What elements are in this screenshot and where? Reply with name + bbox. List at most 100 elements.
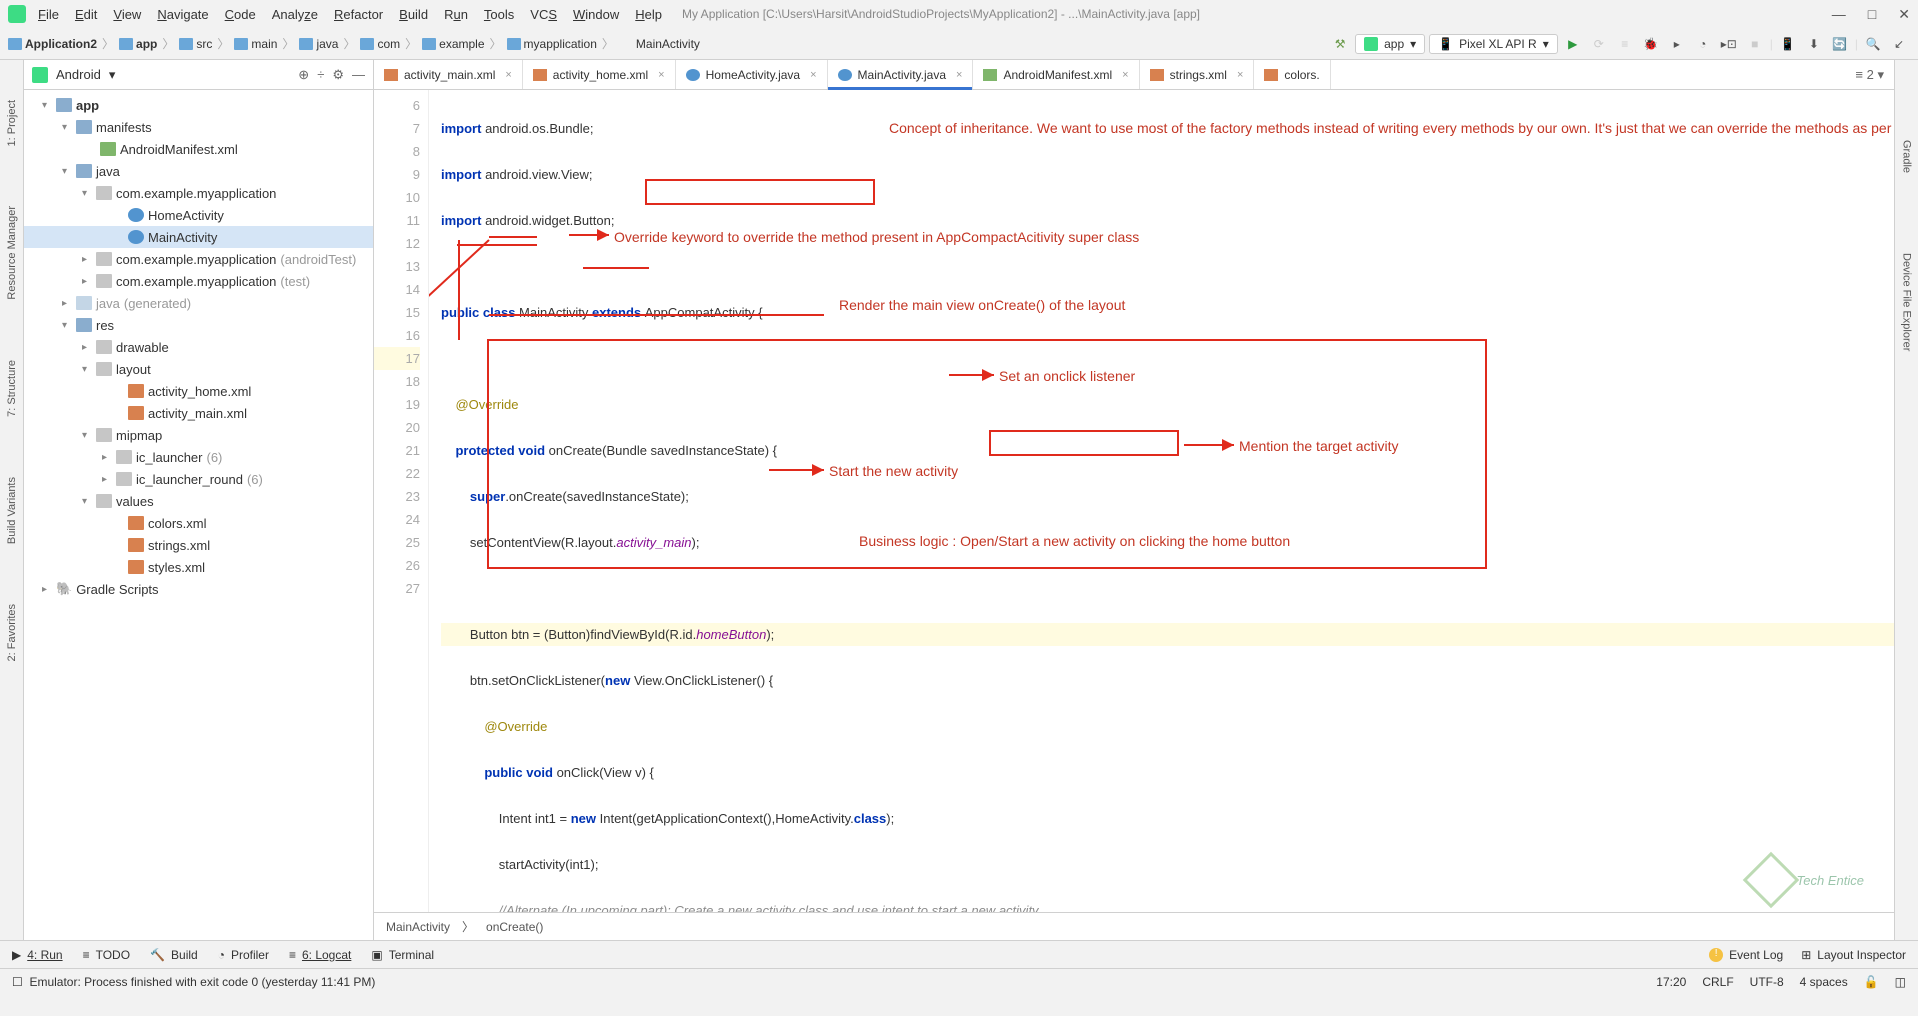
- tree-java-gen[interactable]: ▸java (generated): [24, 292, 373, 314]
- close-icon[interactable]: ✕: [1898, 6, 1910, 23]
- tab-activity-main[interactable]: activity_main.xml×: [374, 60, 523, 89]
- tree-values[interactable]: ▾values: [24, 490, 373, 512]
- tool-logcat[interactable]: ≡ 6: Logcat: [289, 948, 351, 962]
- settings-icon[interactable]: ↙: [1888, 33, 1910, 55]
- coverage-icon[interactable]: ▸: [1666, 33, 1688, 55]
- device-selector[interactable]: 📱 Pixel XL API R ▾: [1429, 34, 1558, 54]
- maximize-icon[interactable]: □: [1868, 6, 1876, 23]
- tabs-overflow[interactable]: ≡ 2 ▾: [1855, 67, 1884, 83]
- tree-manifest-file[interactable]: AndroidManifest.xml: [24, 138, 373, 160]
- menu-window[interactable]: Window: [573, 7, 619, 22]
- crumb-class[interactable]: MainActivity: [386, 920, 450, 934]
- tree-colors[interactable]: colors.xml: [24, 512, 373, 534]
- apply-changes-icon[interactable]: ⟳: [1588, 33, 1610, 55]
- menu-help[interactable]: Help: [635, 7, 662, 22]
- menu-build[interactable]: Build: [399, 7, 428, 22]
- tree-ic-launcher[interactable]: ▸ic_launcher (6): [24, 446, 373, 468]
- tree-java[interactable]: ▾java: [24, 160, 373, 182]
- rail-favorites[interactable]: 2: Favorites: [6, 604, 18, 661]
- tree-gradle[interactable]: ▸🐘 Gradle Scripts: [24, 578, 373, 600]
- tree-layout[interactable]: ▾layout: [24, 358, 373, 380]
- rail-gradle[interactable]: Gradle: [1901, 140, 1913, 173]
- tool-profiler[interactable]: ◔ Profiler: [218, 948, 269, 962]
- status-lock-icon[interactable]: 🔓: [1864, 975, 1879, 989]
- sync-icon[interactable]: 🔄: [1829, 33, 1851, 55]
- rail-device-explorer[interactable]: Device File Explorer: [1901, 253, 1913, 351]
- attach-icon[interactable]: ▸⊡: [1718, 33, 1740, 55]
- tree-manifests[interactable]: ▾manifests: [24, 116, 373, 138]
- close-tab-icon[interactable]: ×: [505, 69, 511, 81]
- tree-pkg-androidtest[interactable]: ▸com.example.myapplication (androidTest): [24, 248, 373, 270]
- status-line-ending[interactable]: CRLF: [1702, 975, 1733, 989]
- menu-navigate[interactable]: Navigate: [157, 7, 208, 22]
- project-view-mode[interactable]: Android: [56, 67, 101, 82]
- close-tab-icon[interactable]: ×: [1237, 69, 1243, 81]
- tree-home-activity[interactable]: HomeActivity: [24, 204, 373, 226]
- menu-view[interactable]: View: [113, 7, 141, 22]
- tab-manifest[interactable]: AndroidManifest.xml×: [973, 60, 1139, 89]
- tab-colors[interactable]: colors.: [1254, 60, 1330, 89]
- rail-build-variants[interactable]: Build Variants: [6, 477, 18, 544]
- tool-todo[interactable]: ≡ TODO: [83, 948, 130, 962]
- sdk-icon[interactable]: ⬇: [1803, 33, 1825, 55]
- menu-tools[interactable]: Tools: [484, 7, 514, 22]
- apply-code-icon[interactable]: ≡: [1614, 33, 1636, 55]
- rail-resource-manager[interactable]: Resource Manager: [6, 206, 18, 300]
- close-tab-icon[interactable]: ×: [810, 69, 816, 81]
- run-icon[interactable]: ▶: [1562, 33, 1584, 55]
- debug-icon[interactable]: 🐞: [1640, 33, 1662, 55]
- rail-structure[interactable]: 7: Structure: [6, 360, 18, 417]
- menu-code[interactable]: Code: [225, 7, 256, 22]
- tree-main-activity[interactable]: MainActivity: [24, 226, 373, 248]
- tree-pkg-test[interactable]: ▸com.example.myapplication (test): [24, 270, 373, 292]
- stop-icon[interactable]: ■: [1744, 33, 1766, 55]
- status-encoding[interactable]: UTF-8: [1750, 975, 1784, 989]
- crumb-method[interactable]: onCreate(): [486, 920, 543, 934]
- tree-activity-home[interactable]: activity_home.xml: [24, 380, 373, 402]
- tool-layout-inspector[interactable]: ⊞ Layout Inspector: [1801, 948, 1906, 962]
- menu-refactor[interactable]: Refactor: [334, 7, 383, 22]
- tab-strings[interactable]: strings.xml×: [1140, 60, 1255, 89]
- menu-file[interactable]: File: [38, 7, 59, 22]
- tool-run[interactable]: ▶ 4: Run: [12, 948, 63, 962]
- tree-styles[interactable]: styles.xml: [24, 556, 373, 578]
- close-tab-icon[interactable]: ×: [956, 69, 962, 81]
- expand-icon[interactable]: ÷: [317, 67, 324, 83]
- rail-project[interactable]: 1: Project: [6, 100, 18, 146]
- gear-icon[interactable]: ⚙: [332, 67, 344, 83]
- tab-main-activity[interactable]: MainActivity.java×: [828, 60, 974, 89]
- menu-vcs[interactable]: VCS: [530, 7, 557, 22]
- tool-terminal[interactable]: ▣ Terminal: [371, 948, 434, 962]
- tool-build[interactable]: 🔨 Build: [150, 948, 198, 962]
- profiler-icon[interactable]: ◔: [1692, 33, 1714, 55]
- minimize-icon[interactable]: —: [1832, 6, 1846, 23]
- status-indent[interactable]: 4 spaces: [1800, 975, 1848, 989]
- code-content[interactable]: import android.os.Bundle; import android…: [429, 90, 1894, 912]
- menu-run[interactable]: Run: [444, 7, 468, 22]
- hide-icon[interactable]: —: [352, 67, 365, 83]
- menu-edit[interactable]: Edit: [75, 7, 97, 22]
- locate-icon[interactable]: ⊕: [298, 67, 309, 83]
- tree-pkg[interactable]: ▾com.example.myapplication: [24, 182, 373, 204]
- project-tree[interactable]: ▾app ▾manifests AndroidManifest.xml ▾jav…: [24, 90, 373, 940]
- tab-activity-home[interactable]: activity_home.xml×: [523, 60, 676, 89]
- tree-drawable[interactable]: ▸drawable: [24, 336, 373, 358]
- tree-activity-main[interactable]: activity_main.xml: [24, 402, 373, 424]
- code-area[interactable]: 6789 10111213 141516 17 18192021 2223242…: [374, 90, 1894, 912]
- close-tab-icon[interactable]: ×: [658, 69, 664, 81]
- search-icon[interactable]: 🔍: [1862, 33, 1884, 55]
- tab-home-activity[interactable]: HomeActivity.java×: [676, 60, 828, 89]
- menu-analyze[interactable]: Analyze: [272, 7, 318, 22]
- status-icon[interactable]: ☐: [12, 975, 23, 989]
- run-config-selector[interactable]: app ▾: [1355, 34, 1425, 54]
- close-tab-icon[interactable]: ×: [1122, 69, 1128, 81]
- hammer-icon[interactable]: ⚒: [1329, 33, 1351, 55]
- tree-ic-launcher-round[interactable]: ▸ic_launcher_round (6): [24, 468, 373, 490]
- status-mem-icon[interactable]: ◫: [1895, 975, 1906, 989]
- tree-app[interactable]: ▾app: [24, 94, 373, 116]
- avd-icon[interactable]: 📱: [1777, 33, 1799, 55]
- tree-mipmap[interactable]: ▾mipmap: [24, 424, 373, 446]
- tool-event-log[interactable]: ! Event Log: [1709, 948, 1783, 962]
- tree-res[interactable]: ▾res: [24, 314, 373, 336]
- tree-strings[interactable]: strings.xml: [24, 534, 373, 556]
